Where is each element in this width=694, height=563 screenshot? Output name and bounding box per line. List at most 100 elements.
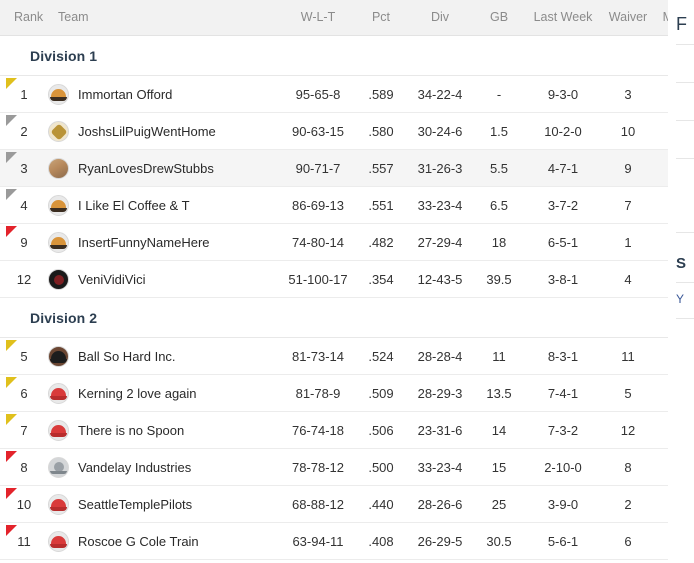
team-cell[interactable]: Roscoe G Cole Train	[48, 522, 280, 560]
team-cell[interactable]: Vandelay Industries	[48, 448, 280, 486]
division-title: Division 1	[0, 35, 668, 76]
table-row[interactable]: 8 Vandelay Industries 78-78-12.500 33-23-4 1…	[0, 448, 668, 486]
rail-divider-6	[676, 282, 694, 283]
rank-cell: 3	[0, 149, 48, 187]
team-name-link[interactable]: Kerning 2 love again	[78, 386, 197, 401]
right-rail-panel: F S Y	[668, 0, 694, 563]
column-header-last-week[interactable]: Last Week	[524, 0, 602, 36]
column-header-pct[interactable]: Pct	[356, 0, 406, 36]
team-name-link[interactable]: RyanLovesDrewStubbs	[78, 161, 214, 176]
pct-cell: .589	[356, 75, 406, 113]
table-row[interactable]: 5 Ball So Hard Inc. 81-73-14.524 28-28-4 11 8…	[0, 337, 668, 375]
rail-divider-5	[676, 232, 694, 233]
rank-cell: 12	[0, 260, 48, 298]
team-name-link[interactable]: There is no Spoon	[78, 423, 184, 438]
table-row[interactable]: 7 There is no Spoon 76-74-18.506 23-31-6 14 7…	[0, 411, 668, 449]
team-name-link[interactable]: I Like El Coffee & T	[78, 198, 190, 213]
gb-cell: 13.5	[474, 374, 524, 412]
rank-value: 11	[17, 533, 31, 549]
team-cell[interactable]: SeattleTemplePilots	[48, 485, 280, 523]
last-week-cell: 8-3-1	[524, 337, 602, 375]
gb-cell: 11	[474, 337, 524, 375]
gb-cell: 15	[474, 448, 524, 486]
team-cell[interactable]: VeniVidiVici	[48, 260, 280, 298]
rank-change-flag-icon	[6, 451, 17, 462]
team-cell[interactable]: I Like El Coffee & T	[48, 186, 280, 224]
table-row[interactable]: 4 I Like El Coffee & T 86-69-13.551 33-23-4…	[0, 186, 668, 224]
team-cell[interactable]: RyanLovesDrewStubbs	[48, 149, 280, 187]
avatar	[48, 194, 69, 216]
pct-cell: .482	[356, 223, 406, 261]
cap-brim-icon	[50, 395, 67, 400]
moves-cell: 2	[654, 260, 668, 298]
moves-cell: 12	[654, 374, 668, 412]
rail-divider-1	[676, 44, 694, 45]
cap-brim-icon	[50, 506, 67, 511]
table-row[interactable]: 2 JoshsLilPuigWentHome 90-63-15.580 30-24-6…	[0, 112, 668, 150]
team-cell[interactable]: There is no Spoon	[48, 411, 280, 449]
team-name-link[interactable]: VeniVidiVici	[78, 272, 145, 287]
team-name-link[interactable]: JoshsLilPuigWentHome	[78, 124, 216, 139]
team-cell[interactable]: JoshsLilPuigWentHome	[48, 112, 280, 150]
column-header-rank[interactable]: Rank	[0, 0, 48, 36]
pct-cell: .509	[356, 374, 406, 412]
avatar	[48, 83, 69, 105]
rail-link[interactable]: Y	[676, 292, 684, 306]
column-header-team[interactable]: Team	[48, 0, 280, 36]
table-row[interactable]: 10 SeattleTemplePilots 68-88-12.440 28-26-6…	[0, 485, 668, 523]
table-row[interactable]: 9 InsertFunnyNameHere 74-80-14.482 27-29-4 1…	[0, 223, 668, 261]
rank-value: 2	[20, 123, 28, 139]
table-row[interactable]: 11 Roscoe G Cole Train 63-94-11.408 26-29-5…	[0, 522, 668, 560]
last-week-cell: 4-7-1	[524, 149, 602, 187]
rank-change-flag-icon	[6, 340, 17, 351]
column-header-gb[interactable]: GB	[474, 0, 524, 36]
div-cell: 28-28-4	[406, 337, 474, 375]
last-week-cell: 9-3-0	[524, 75, 602, 113]
column-header-moves[interactable]: Moves	[654, 0, 668, 36]
moves-cell: 13	[654, 223, 668, 261]
rank-value: 6	[20, 385, 28, 401]
avatar	[48, 382, 69, 404]
div-cell: 31-26-3	[406, 149, 474, 187]
rank-cell: 2	[0, 112, 48, 150]
cap-brim-icon	[50, 543, 67, 548]
team-cell[interactable]: InsertFunnyNameHere	[48, 223, 280, 261]
wlt-cell: 90-63-15	[280, 112, 356, 150]
table-row[interactable]: 3 RyanLovesDrewStubbs 90-71-7.557 31-26-3 5.…	[0, 149, 668, 187]
rank-cell: 11	[0, 522, 48, 560]
team-cell[interactable]: Ball So Hard Inc.	[48, 337, 280, 375]
table-row[interactable]: 1 Immortan Offord 95-65-8.589 34-22-4-9-3-0…	[0, 75, 668, 113]
rank-value: 4	[20, 197, 28, 213]
team-name-link[interactable]: SeattleTemplePilots	[78, 497, 192, 512]
last-week-cell: 10-2-0	[524, 112, 602, 150]
waiver-cell: 11	[602, 337, 654, 375]
wlt-cell: 78-78-12	[280, 448, 356, 486]
team-cell[interactable]: Kerning 2 love again	[48, 374, 280, 412]
column-header-div[interactable]: Div	[406, 0, 474, 36]
team-name-link[interactable]: Ball So Hard Inc.	[78, 349, 176, 364]
wlt-cell: 68-88-12	[280, 485, 356, 523]
wlt-cell: 76-74-18	[280, 411, 356, 449]
moves-cell: 26	[654, 149, 668, 187]
table-row[interactable]: 12 VeniVidiVici 51-100-17.354 12-43-5 39.5 3-…	[0, 260, 668, 298]
moves-cell: 10	[654, 448, 668, 486]
team-cell[interactable]: Immortan Offord	[48, 75, 280, 113]
column-header-waiver[interactable]: Waiver	[602, 0, 654, 36]
team-name-link[interactable]: InsertFunnyNameHere	[78, 235, 210, 250]
last-week-cell: 3-7-2	[524, 186, 602, 224]
team-name-link[interactable]: Vandelay Industries	[78, 460, 191, 475]
team-name-link[interactable]: Roscoe G Cole Train	[78, 534, 199, 549]
team-name-link[interactable]: Immortan Offord	[78, 87, 172, 102]
gb-cell: -	[474, 75, 524, 113]
pct-cell: .580	[356, 112, 406, 150]
rank-cell: 7	[0, 411, 48, 449]
avatar-shape	[54, 274, 64, 285]
table-footer: Last standings update: Mon Jul 18 02:11a…	[0, 560, 668, 563]
last-week-cell: 7-4-1	[524, 374, 602, 412]
last-week-cell: 3-9-0	[524, 485, 602, 523]
table-row[interactable]: 6 Kerning 2 love again 81-78-9.509 28-29-3 1…	[0, 374, 668, 412]
column-header-wlt[interactable]: W-L-T	[280, 0, 356, 36]
moves-cell: 38	[654, 75, 668, 113]
waiver-cell: 5	[602, 374, 654, 412]
pct-cell: .500	[356, 448, 406, 486]
